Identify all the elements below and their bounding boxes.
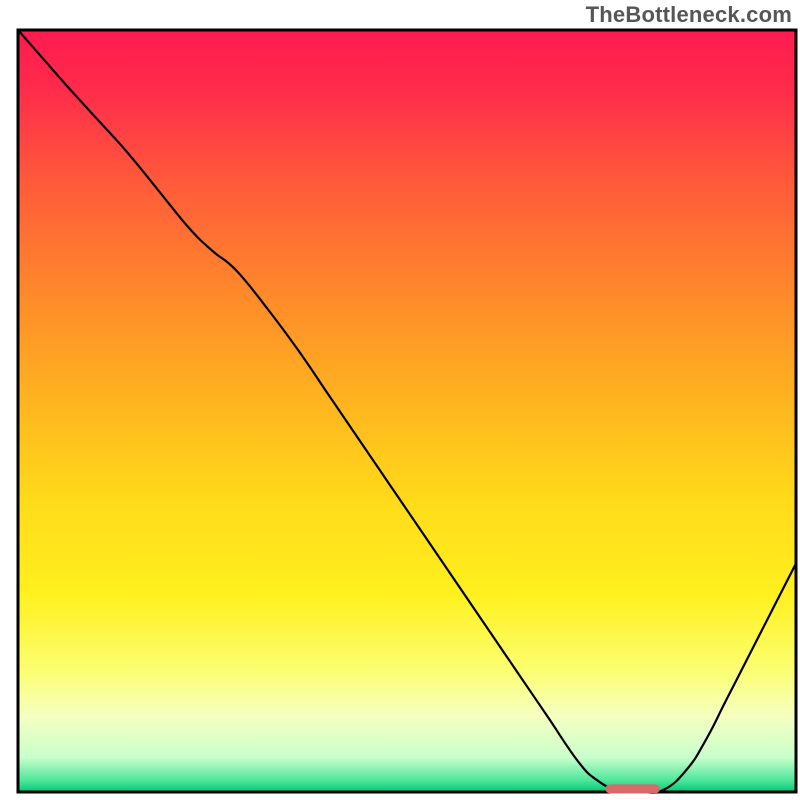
optimal-range-marker — [605, 784, 659, 793]
chart-container: TheBottleneck.com — [0, 0, 800, 800]
plot-background — [18, 30, 796, 792]
bottleneck-chart — [0, 0, 800, 800]
